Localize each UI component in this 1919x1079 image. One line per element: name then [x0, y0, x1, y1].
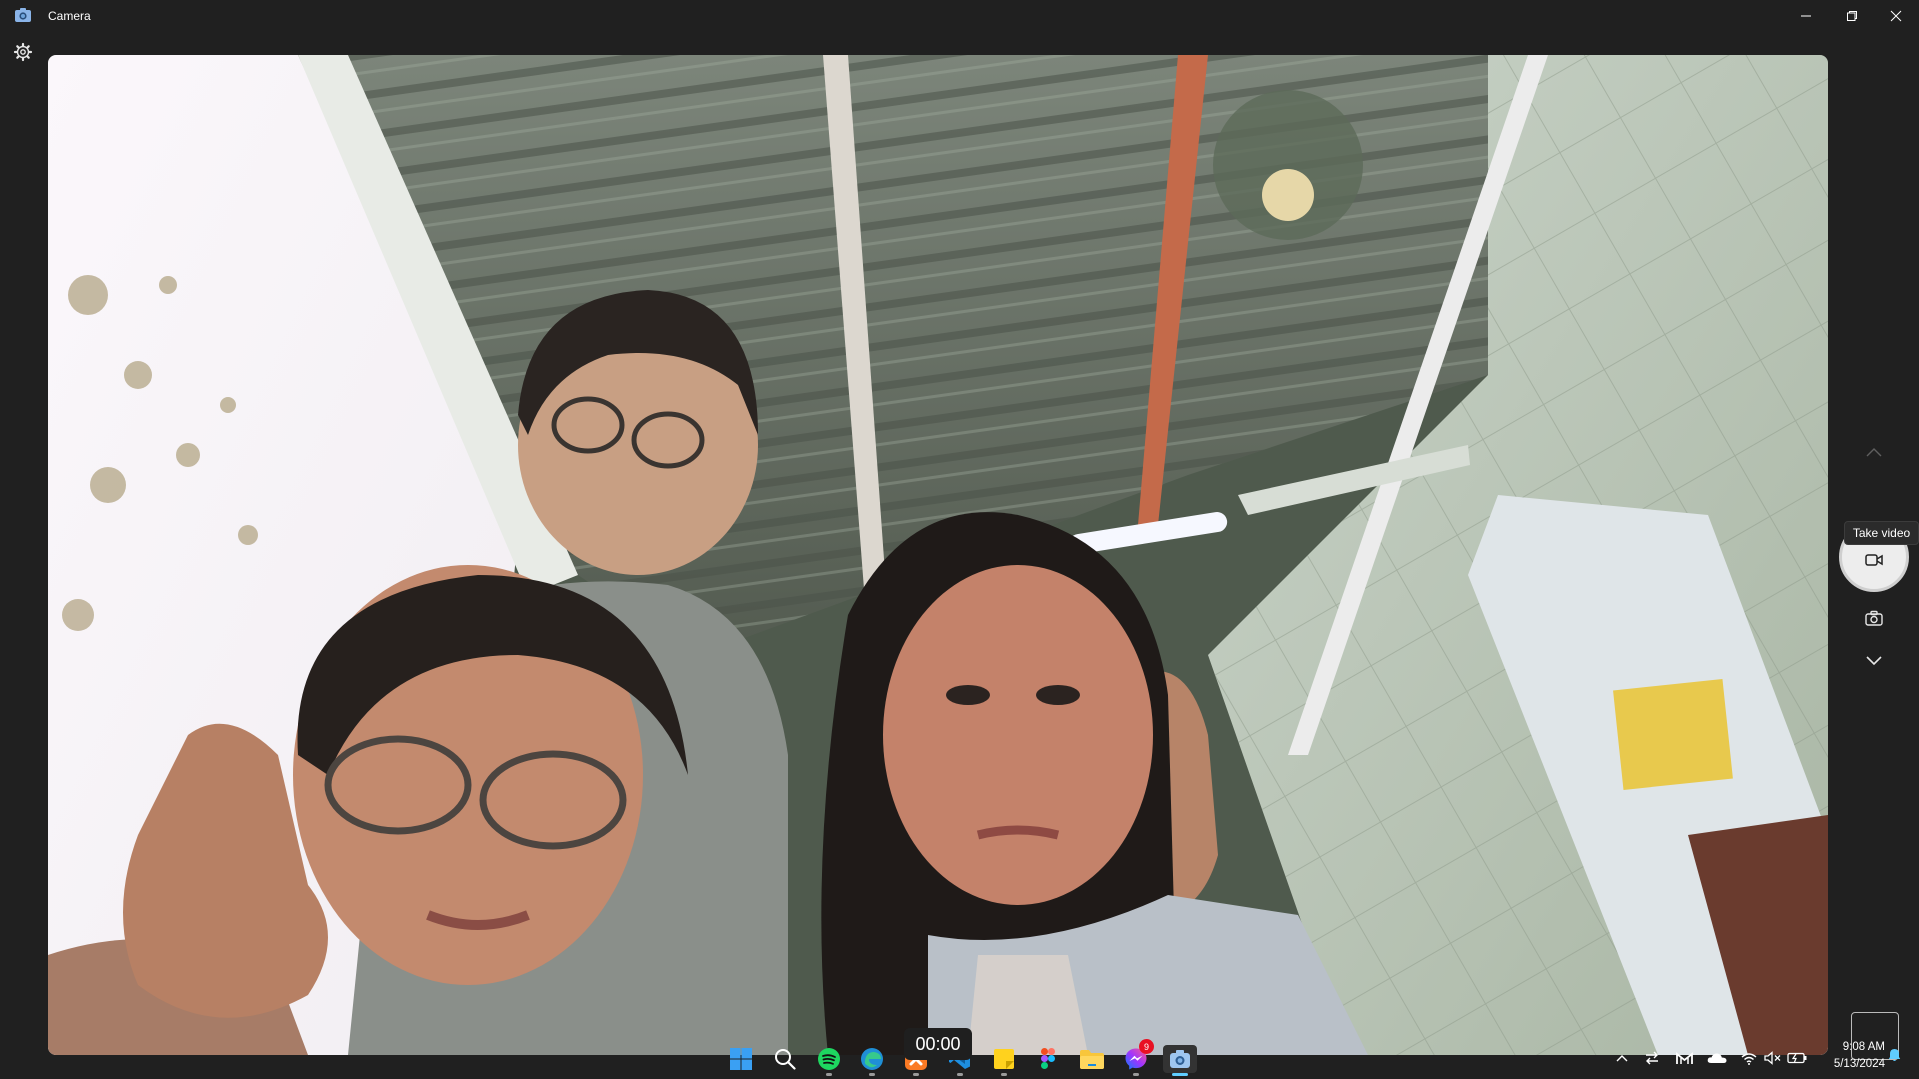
title-bar: Camera — [0, 0, 1919, 32]
active-indicator — [1172, 1073, 1188, 1076]
settings-button[interactable] — [13, 42, 33, 62]
tray-overflow-button[interactable] — [1613, 1049, 1631, 1067]
close-icon — [1890, 10, 1902, 22]
volume-muted-icon — [1763, 1051, 1780, 1065]
tray-gmail[interactable] — [1674, 1049, 1694, 1067]
wifi-icon — [1741, 1052, 1757, 1065]
taskbar-messenger[interactable]: 9 — [1122, 1039, 1154, 1076]
mode-up-button[interactable] — [1860, 438, 1888, 466]
running-indicator — [826, 1073, 832, 1076]
tray-volume[interactable] — [1763, 1049, 1781, 1067]
notification-button[interactable] — [1886, 1046, 1902, 1064]
figma-icon — [1041, 1048, 1055, 1069]
running-indicator — [957, 1073, 963, 1076]
taskbar-start[interactable] — [727, 1045, 755, 1073]
taskbar-search[interactable] — [771, 1045, 799, 1073]
running-indicator — [1001, 1073, 1007, 1076]
taskbar-clock[interactable]: 9:08 AM 5/13/2024 — [1815, 1039, 1885, 1073]
taskbar-figma[interactable] — [1034, 1045, 1062, 1073]
bell-icon — [1888, 1049, 1900, 1061]
windows-logo-icon — [730, 1048, 752, 1070]
taskbar-edge[interactable] — [858, 1045, 886, 1076]
take-video-tooltip: Take video — [1844, 521, 1919, 545]
minimize-icon — [1801, 15, 1811, 17]
tray-onedrive[interactable] — [1706, 1049, 1728, 1067]
tray-network-transfer[interactable] — [1643, 1049, 1661, 1067]
tray-battery[interactable] — [1786, 1049, 1808, 1067]
chevron-up-icon — [1616, 1055, 1628, 1062]
taskbar-camera[interactable] — [1163, 1045, 1197, 1076]
search-icon — [775, 1049, 796, 1070]
clock-date: 5/13/2024 — [1833, 1058, 1885, 1070]
close-button[interactable] — [1873, 0, 1919, 32]
clock-time: 9:08 AM — [1842, 1041, 1885, 1053]
edge-icon — [861, 1048, 883, 1070]
chevron-up-icon — [1866, 448, 1882, 457]
battery-icon — [1787, 1052, 1807, 1064]
camera-preview[interactable] — [48, 55, 1828, 1055]
messenger-badge: 9 — [1139, 1039, 1154, 1054]
taskbar-file-explorer[interactable] — [1078, 1045, 1106, 1073]
mode-down-button[interactable] — [1860, 647, 1888, 675]
camera-icon — [1865, 610, 1883, 626]
video-camera-icon — [1865, 554, 1883, 566]
folder-icon — [1080, 1050, 1104, 1069]
running-indicator — [913, 1073, 919, 1076]
minimize-button[interactable] — [1783, 0, 1829, 32]
network-transfer-icon — [1646, 1051, 1658, 1065]
spotify-icon — [818, 1048, 840, 1070]
running-indicator — [1133, 1073, 1139, 1076]
tray-wifi[interactable] — [1740, 1049, 1758, 1067]
maximize-button[interactable] — [1829, 0, 1875, 32]
gmail-icon — [1675, 1051, 1693, 1064]
restore-icon — [1847, 11, 1857, 21]
taskbar-spotify[interactable] — [815, 1045, 843, 1076]
taskbar-sticky-notes[interactable] — [990, 1045, 1018, 1076]
onedrive-icon — [1707, 1053, 1727, 1063]
camera-window: Camera Take video 9 00:00 9:08 AM 5/13/2… — [0, 0, 1919, 1079]
running-indicator — [869, 1073, 875, 1076]
window-title: Camera — [48, 9, 91, 23]
gear-icon — [13, 42, 33, 62]
camera-app-icon — [1170, 1050, 1190, 1068]
camera-preview-image — [48, 55, 1828, 1055]
sticky-notes-icon — [994, 1049, 1014, 1069]
camera-app-icon — [15, 8, 31, 22]
chevron-down-icon — [1866, 656, 1882, 666]
recording-timer: 00:00 — [904, 1028, 972, 1060]
photo-mode-button[interactable] — [1860, 604, 1888, 632]
